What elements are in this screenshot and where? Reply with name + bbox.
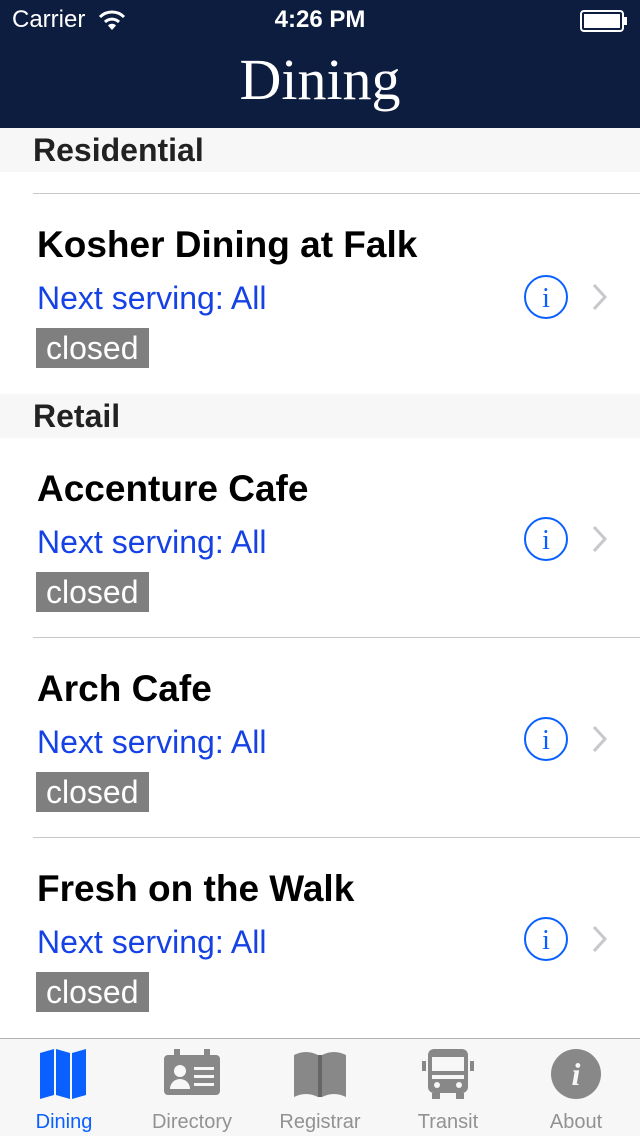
section-title: Retail <box>33 398 121 434</box>
next-serving-label: Next serving: All <box>37 524 267 560</box>
dining-hall-name: Kosher Dining at Falk <box>37 224 418 265</box>
tab-label: Dining <box>35 1111 93 1133</box>
next-serving-label: Next serving: All <box>37 724 267 760</box>
chevron-right-icon <box>592 925 608 953</box>
dining-hall-name: Arch Cafe <box>37 668 212 709</box>
map-icon <box>40 1049 86 1099</box>
list-item-kosher-dining-at-falk[interactable]: Kosher Dining at Falk Next serving: All … <box>0 194 640 394</box>
info-icon[interactable]: i <box>523 274 569 320</box>
tab-label: Directory <box>151 1111 232 1133</box>
status-badge: closed <box>36 972 149 1012</box>
status-badge: closed <box>36 772 149 812</box>
tab-label: Transit <box>417 1111 479 1133</box>
chevron-right-icon <box>592 725 608 753</box>
id-card-icon <box>164 1049 220 1095</box>
tab-transit[interactable]: Transit <box>384 1039 512 1136</box>
status-badge: closed <box>36 572 149 612</box>
next-serving-label: Next serving: All <box>37 280 267 316</box>
tab-label: About <box>549 1111 603 1133</box>
tab-registrar[interactable]: Registrar <box>256 1039 384 1136</box>
info-icon[interactable]: i <box>523 716 569 762</box>
tab-dining[interactable]: Dining <box>0 1039 128 1136</box>
section-header-retail: Retail <box>0 394 640 438</box>
list-item-arch-cafe[interactable]: Arch Cafe Next serving: All closed i <box>0 638 640 838</box>
dining-hall-name: Fresh on the Walk <box>37 868 355 909</box>
tab-about[interactable]: i About <box>512 1039 640 1136</box>
status-time: 4:26 PM <box>274 6 366 33</box>
book-icon <box>294 1052 346 1097</box>
battery-icon <box>580 10 627 32</box>
svg-text:i: i <box>572 1056 581 1092</box>
list-item-accenture-cafe[interactable]: Accenture Cafe Next serving: All closed … <box>0 438 640 638</box>
dining-hall-name: Accenture Cafe <box>37 468 309 509</box>
chevron-right-icon <box>592 283 608 311</box>
navigation-header: Carrier 4:26 PM Dining <box>0 0 640 128</box>
info-icon[interactable]: i <box>523 916 569 962</box>
info-circle-icon: i <box>551 1049 601 1099</box>
bus-icon <box>422 1049 474 1099</box>
svg-text:i: i <box>542 725 550 756</box>
section-header-residential: Residential <box>0 128 640 172</box>
svg-text:i: i <box>542 925 550 956</box>
tab-directory[interactable]: Directory <box>128 1039 256 1136</box>
next-serving-label: Next serving: All <box>37 924 267 960</box>
info-icon[interactable]: i <box>523 516 569 562</box>
status-bar: Carrier 4:26 PM <box>0 0 640 40</box>
list-item-fresh-on-the-walk[interactable]: Fresh on the Walk Next serving: All clos… <box>0 838 640 1038</box>
svg-text:i: i <box>542 525 550 556</box>
tab-label: Registrar <box>279 1111 361 1133</box>
chevron-right-icon <box>592 525 608 553</box>
status-badge: closed <box>36 328 149 368</box>
svg-text:i: i <box>542 283 550 314</box>
section-title: Residential <box>33 132 204 168</box>
page-title: Dining <box>239 47 401 112</box>
tab-bar: Dining Directory Registrar Transit i Abo… <box>0 1038 640 1136</box>
